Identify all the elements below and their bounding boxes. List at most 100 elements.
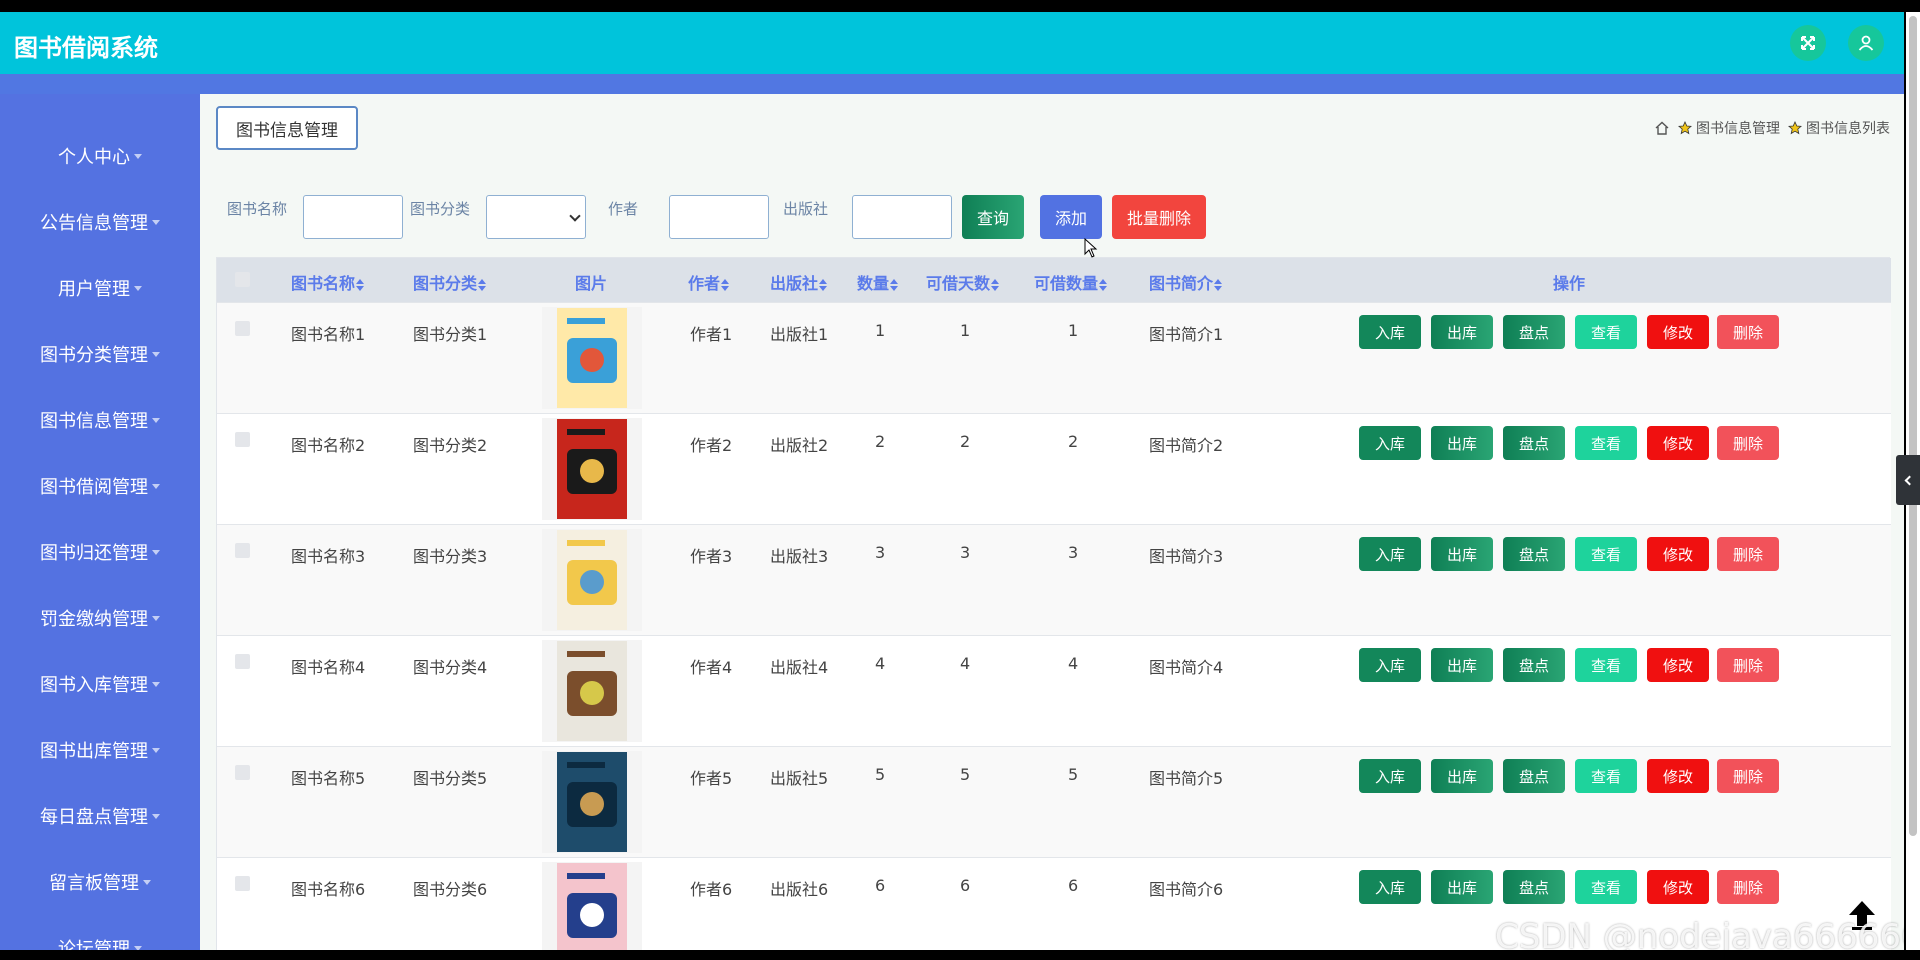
watermark: CSDN @nodejava666666 — [1495, 917, 1904, 950]
stock-out-button[interactable]: 出库 — [1431, 648, 1493, 682]
header-label: 图书名称 — [291, 274, 356, 293]
cell-publisher: 出版社5 — [770, 769, 829, 788]
book-name-label: 图书名称 — [227, 200, 288, 218]
inventory-check-button[interactable]: 盘点 — [1503, 537, 1565, 571]
stock-out-button[interactable]: 出库 — [1431, 870, 1493, 904]
stock-out-button[interactable]: 出库 — [1431, 315, 1493, 349]
delete-button[interactable]: 删除 — [1717, 648, 1779, 682]
view-button[interactable]: 查看 — [1575, 870, 1637, 904]
header-borrow-days[interactable]: 可借天数 — [926, 270, 1000, 294]
sidebar-item-return[interactable]: 图书归还管理 — [0, 532, 200, 572]
row-checkbox[interactable] — [235, 654, 250, 669]
sidebar-item-notice[interactable]: 公告信息管理 — [0, 202, 200, 242]
stock-in-button[interactable]: 入库 — [1359, 870, 1421, 904]
delete-button[interactable]: 删除 — [1717, 426, 1779, 460]
sidebar-item-message-board[interactable]: 留言板管理 — [0, 862, 200, 902]
book-category-select[interactable] — [486, 195, 586, 239]
header-book-category[interactable]: 图书分类 — [413, 270, 487, 294]
sidebar-item-stock-in[interactable]: 图书入库管理 — [0, 664, 200, 704]
stock-in-button[interactable]: 入库 — [1359, 537, 1421, 571]
fullscreen-button[interactable] — [1790, 25, 1826, 61]
view-button[interactable]: 查看 — [1575, 537, 1637, 571]
page-tab[interactable]: 图书信息管理 — [216, 106, 358, 150]
sort-icon — [819, 278, 828, 291]
edit-button[interactable]: 修改 — [1647, 759, 1709, 793]
header-label: 图书分类 — [413, 274, 478, 293]
sidebar-item-borrow[interactable]: 图书借阅管理 — [0, 466, 200, 506]
query-button[interactable]: 查询 — [962, 195, 1024, 239]
header-borrow-qty[interactable]: 可借数量 — [1034, 270, 1108, 294]
view-button[interactable]: 查看 — [1575, 648, 1637, 682]
select-all-checkbox[interactable] — [235, 272, 250, 287]
row-checkbox[interactable] — [235, 432, 250, 447]
sidebar-item-forum[interactable]: 论坛管理 — [0, 928, 200, 950]
stock-in-button[interactable]: 入库 — [1359, 759, 1421, 793]
view-button[interactable]: 查看 — [1575, 426, 1637, 460]
sidebar-item-label: 留言板管理 — [49, 873, 139, 894]
cell-quantity: 4 — [875, 654, 886, 673]
cell-publisher: 出版社2 — [770, 436, 829, 455]
row-checkbox[interactable] — [235, 321, 250, 336]
inventory-check-button[interactable]: 盘点 — [1503, 648, 1565, 682]
user-button[interactable] — [1848, 25, 1884, 61]
view-button[interactable]: 查看 — [1575, 315, 1637, 349]
inventory-check-button[interactable]: 盘点 — [1503, 426, 1565, 460]
publisher-input[interactable] — [852, 195, 952, 239]
sidebar-item-book-info[interactable]: 图书信息管理 — [0, 400, 200, 440]
row-checkbox[interactable] — [235, 765, 250, 780]
row-checkbox[interactable] — [235, 876, 250, 891]
inventory-check-button[interactable]: 盘点 — [1503, 315, 1565, 349]
cell-borrow-qty: 1 — [1068, 321, 1079, 340]
stock-in-button[interactable]: 入库 — [1359, 315, 1421, 349]
cell-book-name: 图书名称5 — [291, 769, 366, 788]
sidebar-item-label: 公告信息管理 — [40, 213, 148, 234]
header-publisher[interactable]: 出版社 — [770, 270, 828, 294]
edit-button[interactable]: 修改 — [1647, 870, 1709, 904]
edit-button[interactable]: 修改 — [1647, 648, 1709, 682]
sidebar-item-daily-check[interactable]: 每日盘点管理 — [0, 796, 200, 836]
batch-delete-button[interactable]: 批量删除 — [1112, 195, 1206, 239]
header-image: 图片 — [575, 270, 607, 294]
breadcrumb-item[interactable]: 图书信息管理 — [1696, 118, 1780, 138]
stock-in-button[interactable]: 入库 — [1359, 648, 1421, 682]
stock-out-button[interactable]: 出库 — [1431, 759, 1493, 793]
sidebar-item-personal[interactable]: 个人中心 — [0, 136, 200, 176]
header-intro[interactable]: 图书简介 — [1149, 270, 1223, 294]
sidebar-item-stock-out[interactable]: 图书出库管理 — [0, 730, 200, 770]
sidebar-item-book-category[interactable]: 图书分类管理 — [0, 334, 200, 374]
row-checkbox[interactable] — [235, 543, 250, 558]
header-book-name[interactable]: 图书名称 — [291, 270, 365, 294]
stock-out-button[interactable]: 出库 — [1431, 537, 1493, 571]
stock-in-button[interactable]: 入库 — [1359, 426, 1421, 460]
chevron-down-icon — [152, 351, 160, 357]
stock-out-button[interactable]: 出库 — [1431, 426, 1493, 460]
sidebar-item-users[interactable]: 用户管理 — [0, 268, 200, 308]
author-input[interactable] — [669, 195, 769, 239]
sidebar-item-fine[interactable]: 罚金缴纳管理 — [0, 598, 200, 638]
header-quantity[interactable]: 数量 — [857, 270, 899, 294]
table-row: 图书名称4 图书分类4 作者4 出版社4 4 4 4 图书简介4 入库 出库 盘点 查看 修改 删除 — [217, 635, 1891, 746]
delete-button[interactable]: 删除 — [1717, 315, 1779, 349]
breadcrumb-item: 图书信息列表 — [1806, 121, 1890, 137]
scrollbar-thumb[interactable] — [1909, 16, 1917, 836]
add-button[interactable]: 添加 — [1040, 195, 1102, 239]
delete-button[interactable]: 删除 — [1717, 759, 1779, 793]
home-icon[interactable] — [1654, 120, 1670, 136]
edit-button[interactable]: 修改 — [1647, 426, 1709, 460]
sidebar-item-label: 个人中心 — [58, 147, 130, 168]
sidebar-item-label: 图书借阅管理 — [40, 477, 148, 498]
inventory-check-button[interactable]: 盘点 — [1503, 870, 1565, 904]
edit-button[interactable]: 修改 — [1647, 537, 1709, 571]
book-name-input[interactable] — [303, 195, 403, 239]
cell-author: 作者4 — [690, 658, 733, 677]
view-button[interactable]: 查看 — [1575, 759, 1637, 793]
top-bar: 图书借阅系统 — [0, 12, 1904, 74]
inventory-check-button[interactable]: 盘点 — [1503, 759, 1565, 793]
book-category-label: 图书分类 — [410, 200, 471, 218]
collapse-handle[interactable] — [1896, 455, 1920, 505]
header-author[interactable]: 作者 — [688, 270, 730, 294]
cell-borrow-days: 3 — [960, 543, 971, 562]
edit-button[interactable]: 修改 — [1647, 315, 1709, 349]
delete-button[interactable]: 删除 — [1717, 537, 1779, 571]
delete-button[interactable]: 删除 — [1717, 870, 1779, 904]
